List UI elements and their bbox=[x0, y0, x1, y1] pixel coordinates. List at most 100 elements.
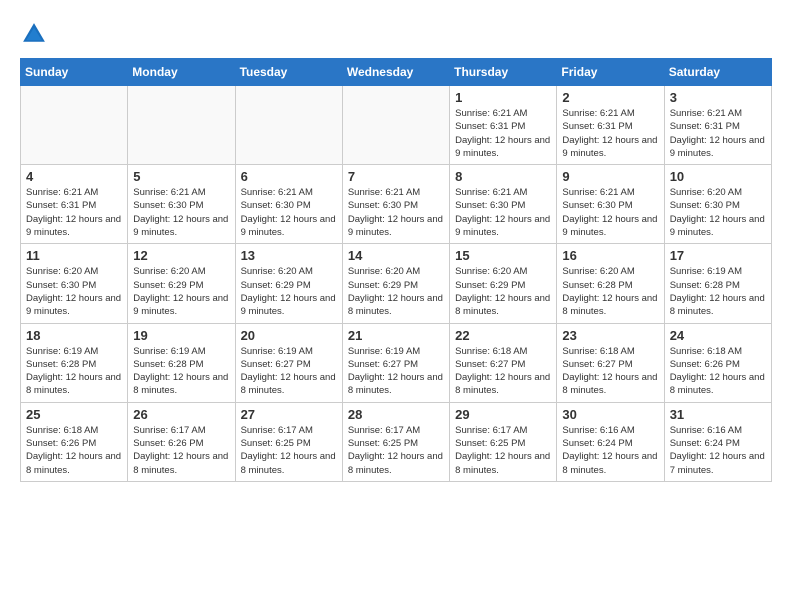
day-number: 5 bbox=[133, 169, 229, 184]
day-number: 3 bbox=[670, 90, 766, 105]
day-info: Sunrise: 6:21 AM Sunset: 6:31 PM Dayligh… bbox=[26, 186, 122, 239]
day-info: Sunrise: 6:20 AM Sunset: 6:29 PM Dayligh… bbox=[133, 265, 229, 318]
day-header-tuesday: Tuesday bbox=[235, 59, 342, 86]
week-row-0: 1Sunrise: 6:21 AM Sunset: 6:31 PM Daylig… bbox=[21, 86, 772, 165]
day-info: Sunrise: 6:21 AM Sunset: 6:31 PM Dayligh… bbox=[562, 107, 658, 160]
week-row-2: 11 Sunrise: 6:20 AM Sunset: 6:30 PM Dayli… bbox=[21, 244, 772, 323]
day-number: 14 bbox=[348, 248, 444, 263]
calendar-cell bbox=[128, 86, 235, 165]
logo bbox=[20, 20, 52, 48]
day-number: 27 bbox=[241, 407, 337, 422]
logo-icon bbox=[20, 20, 48, 48]
calendar-cell bbox=[235, 86, 342, 165]
calendar-cell: 18 Sunrise: 6:19 AM Sunset: 6:28 PM Dayli… bbox=[21, 323, 128, 402]
day-info: Sunrise: 6:18 AM Sunset: 6:26 PM Dayligh… bbox=[26, 424, 122, 477]
calendar-cell: 27 Sunrise: 6:17 AM Sunset: 6:25 PM Dayli… bbox=[235, 402, 342, 481]
calendar-header-row: SundayMondayTuesdayWednesdayThursdayFrid… bbox=[21, 59, 772, 86]
day-info: Sunrise: 6:17 AM Sunset: 6:25 PM Dayligh… bbox=[455, 424, 551, 477]
day-header-monday: Monday bbox=[128, 59, 235, 86]
week-row-4: 25Sunrise: 6:18 AM Sunset: 6:26 PM Dayli… bbox=[21, 402, 772, 481]
day-number: 30 bbox=[562, 407, 658, 422]
calendar-cell: 24 Sunrise: 6:18 AM Sunset: 6:26 PM Dayli… bbox=[664, 323, 771, 402]
day-number: 18 bbox=[26, 328, 122, 343]
calendar-cell: 25Sunrise: 6:18 AM Sunset: 6:26 PM Dayli… bbox=[21, 402, 128, 481]
day-number: 6 bbox=[241, 169, 337, 184]
calendar-cell: 21 Sunrise: 6:19 AM Sunset: 6:27 PM Dayli… bbox=[342, 323, 449, 402]
day-info: Sunrise: 6:17 AM Sunset: 6:25 PM Dayligh… bbox=[348, 424, 444, 477]
calendar-cell bbox=[342, 86, 449, 165]
calendar-cell: 3 Sunrise: 6:21 AM Sunset: 6:31 PM Daylig… bbox=[664, 86, 771, 165]
day-number: 26 bbox=[133, 407, 229, 422]
calendar-cell: 19 Sunrise: 6:19 AM Sunset: 6:28 PM Dayli… bbox=[128, 323, 235, 402]
day-info: Sunrise: 6:19 AM Sunset: 6:27 PM Dayligh… bbox=[241, 345, 337, 398]
day-info: Sunrise: 6:20 AM Sunset: 6:29 PM Dayligh… bbox=[241, 265, 337, 318]
day-header-thursday: Thursday bbox=[450, 59, 557, 86]
day-number: 28 bbox=[348, 407, 444, 422]
day-info: Sunrise: 6:19 AM Sunset: 6:28 PM Dayligh… bbox=[26, 345, 122, 398]
calendar-cell: 17 Sunrise: 6:19 AM Sunset: 6:28 PM Dayli… bbox=[664, 244, 771, 323]
day-info: Sunrise: 6:18 AM Sunset: 6:26 PM Dayligh… bbox=[670, 345, 766, 398]
calendar-table: SundayMondayTuesdayWednesdayThursdayFrid… bbox=[20, 58, 772, 482]
week-row-3: 18 Sunrise: 6:19 AM Sunset: 6:28 PM Dayli… bbox=[21, 323, 772, 402]
calendar-cell: 10 Sunrise: 6:20 AM Sunset: 6:30 PM Dayli… bbox=[664, 165, 771, 244]
day-info: Sunrise: 6:18 AM Sunset: 6:27 PM Dayligh… bbox=[455, 345, 551, 398]
day-info: Sunrise: 6:18 AM Sunset: 6:27 PM Dayligh… bbox=[562, 345, 658, 398]
day-info: Sunrise: 6:16 AM Sunset: 6:24 PM Dayligh… bbox=[562, 424, 658, 477]
calendar-cell: 28 Sunrise: 6:17 AM Sunset: 6:25 PM Dayli… bbox=[342, 402, 449, 481]
day-info: Sunrise: 6:21 AM Sunset: 6:30 PM Dayligh… bbox=[562, 186, 658, 239]
day-number: 4 bbox=[26, 169, 122, 184]
day-info: Sunrise: 6:19 AM Sunset: 6:27 PM Dayligh… bbox=[348, 345, 444, 398]
day-number: 19 bbox=[133, 328, 229, 343]
day-number: 20 bbox=[241, 328, 337, 343]
calendar-cell: 29 Sunrise: 6:17 AM Sunset: 6:25 PM Dayli… bbox=[450, 402, 557, 481]
day-number: 23 bbox=[562, 328, 658, 343]
day-number: 10 bbox=[670, 169, 766, 184]
day-number: 13 bbox=[241, 248, 337, 263]
day-info: Sunrise: 6:19 AM Sunset: 6:28 PM Dayligh… bbox=[670, 265, 766, 318]
calendar-cell: 13 Sunrise: 6:20 AM Sunset: 6:29 PM Dayli… bbox=[235, 244, 342, 323]
day-number: 22 bbox=[455, 328, 551, 343]
calendar-cell: 5Sunrise: 6:21 AM Sunset: 6:30 PM Daylig… bbox=[128, 165, 235, 244]
calendar-cell: 4 Sunrise: 6:21 AM Sunset: 6:31 PM Daylig… bbox=[21, 165, 128, 244]
day-number: 24 bbox=[670, 328, 766, 343]
calendar-cell: 6 Sunrise: 6:21 AM Sunset: 6:30 PM Daylig… bbox=[235, 165, 342, 244]
day-info: Sunrise: 6:20 AM Sunset: 6:29 PM Dayligh… bbox=[455, 265, 551, 318]
calendar-cell: 9 Sunrise: 6:21 AM Sunset: 6:30 PM Daylig… bbox=[557, 165, 664, 244]
calendar-cell: 30 Sunrise: 6:16 AM Sunset: 6:24 PM Dayli… bbox=[557, 402, 664, 481]
day-number: 15 bbox=[455, 248, 551, 263]
day-number: 21 bbox=[348, 328, 444, 343]
day-info: Sunrise: 6:20 AM Sunset: 6:30 PM Dayligh… bbox=[670, 186, 766, 239]
day-info: Sunrise: 6:20 AM Sunset: 6:28 PM Dayligh… bbox=[562, 265, 658, 318]
calendar-cell: 16Sunrise: 6:20 AM Sunset: 6:28 PM Dayli… bbox=[557, 244, 664, 323]
calendar-cell: 1Sunrise: 6:21 AM Sunset: 6:31 PM Daylig… bbox=[450, 86, 557, 165]
calendar-cell: 26 Sunrise: 6:17 AM Sunset: 6:26 PM Dayli… bbox=[128, 402, 235, 481]
day-info: Sunrise: 6:21 AM Sunset: 6:31 PM Dayligh… bbox=[455, 107, 551, 160]
day-number: 9 bbox=[562, 169, 658, 184]
day-number: 11 bbox=[26, 248, 122, 263]
day-header-sunday: Sunday bbox=[21, 59, 128, 86]
day-info: Sunrise: 6:17 AM Sunset: 6:26 PM Dayligh… bbox=[133, 424, 229, 477]
day-info: Sunrise: 6:21 AM Sunset: 6:30 PM Dayligh… bbox=[241, 186, 337, 239]
day-header-friday: Friday bbox=[557, 59, 664, 86]
calendar-cell: 7Sunrise: 6:21 AM Sunset: 6:30 PM Daylig… bbox=[342, 165, 449, 244]
calendar-cell: 14 Sunrise: 6:20 AM Sunset: 6:29 PM Dayli… bbox=[342, 244, 449, 323]
calendar-cell: 20 Sunrise: 6:19 AM Sunset: 6:27 PM Dayli… bbox=[235, 323, 342, 402]
week-row-1: 4 Sunrise: 6:21 AM Sunset: 6:31 PM Daylig… bbox=[21, 165, 772, 244]
day-info: Sunrise: 6:17 AM Sunset: 6:25 PM Dayligh… bbox=[241, 424, 337, 477]
day-number: 2 bbox=[562, 90, 658, 105]
day-info: Sunrise: 6:20 AM Sunset: 6:29 PM Dayligh… bbox=[348, 265, 444, 318]
calendar-cell: 22 Sunrise: 6:18 AM Sunset: 6:27 PM Dayli… bbox=[450, 323, 557, 402]
day-number: 12 bbox=[133, 248, 229, 263]
day-info: Sunrise: 6:21 AM Sunset: 6:31 PM Dayligh… bbox=[670, 107, 766, 160]
day-header-wednesday: Wednesday bbox=[342, 59, 449, 86]
calendar-cell: 31Sunrise: 6:16 AM Sunset: 6:24 PM Dayli… bbox=[664, 402, 771, 481]
day-header-saturday: Saturday bbox=[664, 59, 771, 86]
page-header bbox=[20, 20, 772, 48]
day-info: Sunrise: 6:20 AM Sunset: 6:30 PM Dayligh… bbox=[26, 265, 122, 318]
day-number: 17 bbox=[670, 248, 766, 263]
day-number: 29 bbox=[455, 407, 551, 422]
day-info: Sunrise: 6:16 AM Sunset: 6:24 PM Dayligh… bbox=[670, 424, 766, 477]
day-info: Sunrise: 6:19 AM Sunset: 6:28 PM Dayligh… bbox=[133, 345, 229, 398]
day-number: 8 bbox=[455, 169, 551, 184]
day-number: 7 bbox=[348, 169, 444, 184]
